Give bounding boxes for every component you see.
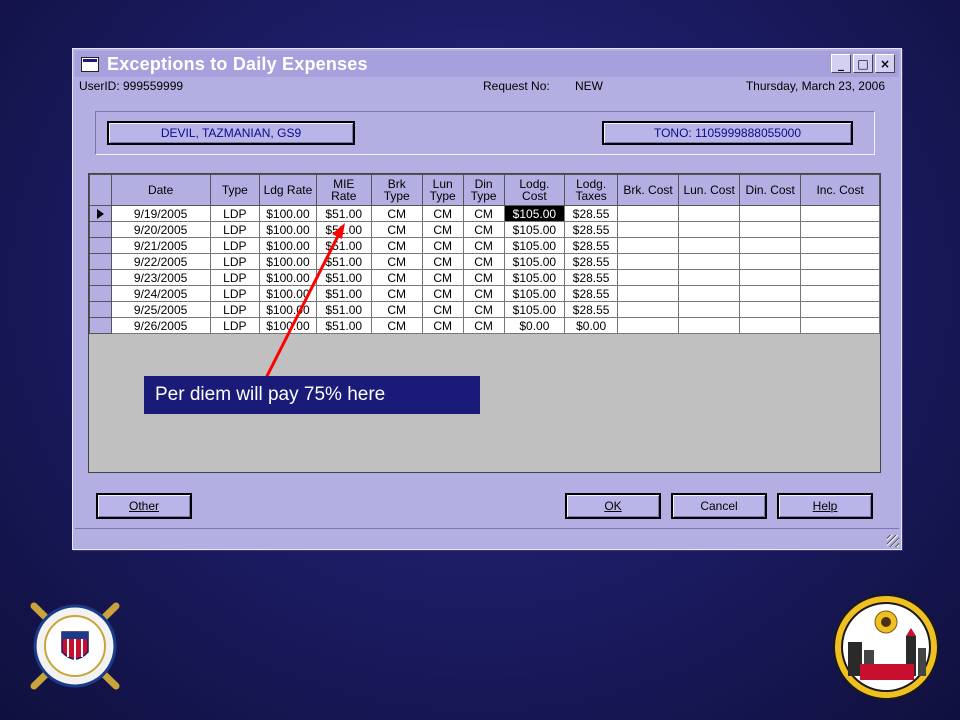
annotation-arrow-line bbox=[264, 231, 342, 379]
annotation-arrow bbox=[264, 223, 345, 379]
annotation-callout: Per diem will pay 75% here bbox=[144, 376, 480, 414]
annotation-arrow-head bbox=[332, 223, 345, 239]
coast-guard-seal-icon bbox=[30, 602, 120, 690]
psc-topeka-seal-icon bbox=[833, 594, 939, 700]
